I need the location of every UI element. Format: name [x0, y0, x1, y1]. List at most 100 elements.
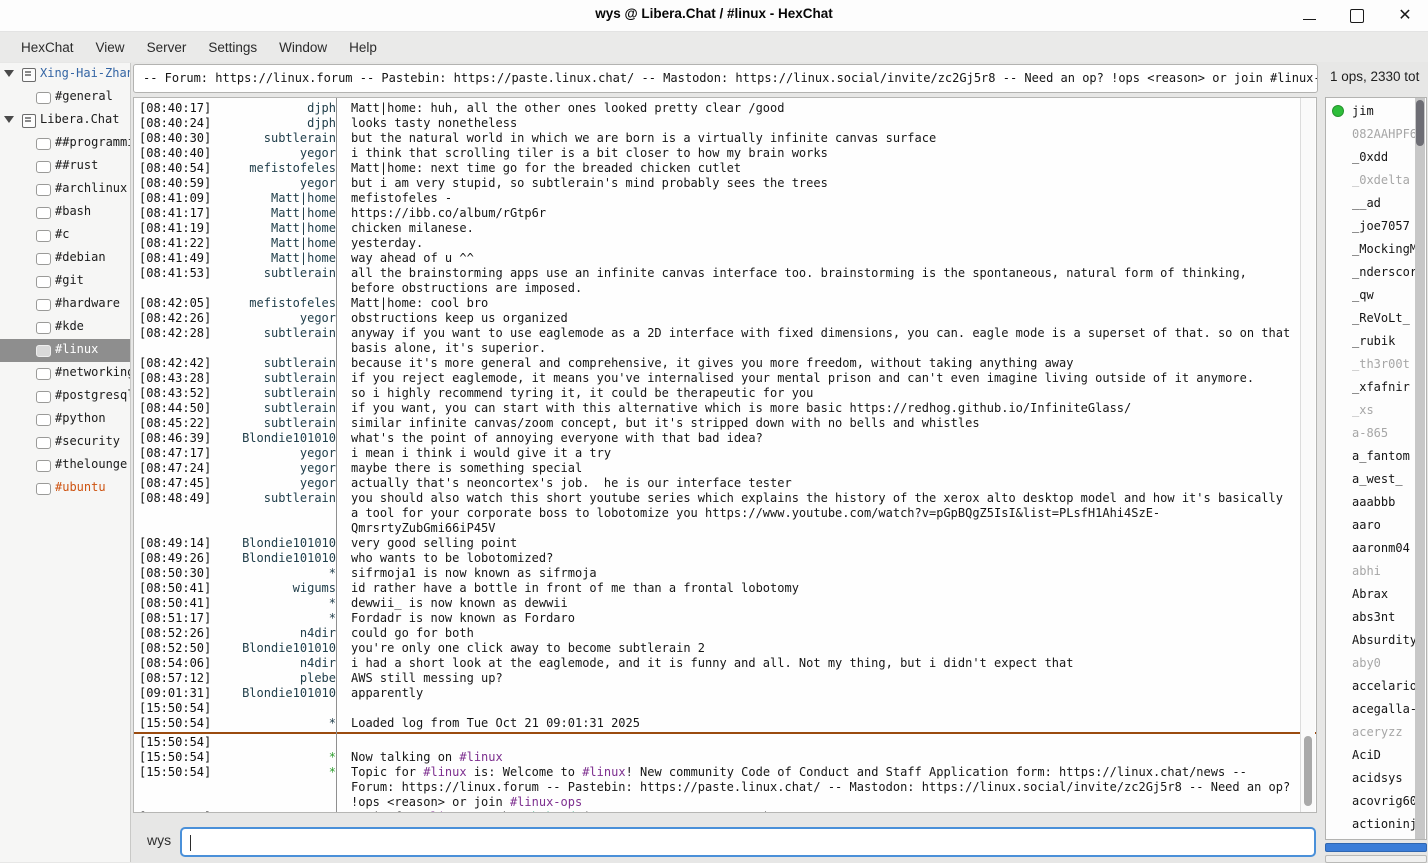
user-list-item[interactable]: _xfafnir — [1326, 376, 1426, 399]
sidebar-item-kde[interactable]: #kde — [0, 316, 130, 339]
sidebar-item-general[interactable]: #general — [0, 86, 130, 109]
timestamp: [08:51:17] — [134, 611, 215, 626]
nick-column: * — [215, 611, 344, 626]
user-list-item[interactable]: _0xdd — [1326, 146, 1426, 169]
server-icon — [22, 114, 36, 128]
nick-column: subtlerain — [215, 131, 344, 146]
user-list-item[interactable]: a-865 — [1326, 422, 1426, 445]
chat-line: [08:41:19]Matt|homechicken milanese. — [134, 221, 1316, 236]
user-list-item[interactable]: _rubik — [1326, 330, 1426, 353]
topic-bar[interactable]: -- Forum: https://linux.forum -- Pastebi… — [133, 64, 1318, 93]
user-list-item[interactable]: aaabbb — [1326, 491, 1426, 514]
user-list-item[interactable]: __ad — [1326, 192, 1426, 215]
sidebar-item-thelounge[interactable]: #thelounge — [0, 454, 130, 477]
message-text: https://ibb.co/album/rGtp6r — [344, 206, 1316, 221]
user-nick: _0xdelta — [1352, 173, 1410, 187]
nick-column: mefistofeles — [215, 296, 344, 311]
chat-line: [08:41:09]Matt|homemefistofeles - — [134, 191, 1316, 206]
sidebar-item-linux[interactable]: #linux — [0, 339, 130, 362]
userlist-scrollbar-thumb[interactable] — [1416, 100, 1424, 146]
sidebar-item-security[interactable]: #security — [0, 431, 130, 454]
user-list-item[interactable]: a_west_ — [1326, 468, 1426, 491]
user-nick: 082AAHPF6 — [1352, 127, 1417, 141]
sidebar-item-postgresql[interactable]: #postgresql — [0, 385, 130, 408]
expander-icon[interactable] — [4, 116, 14, 123]
nick-column: * — [215, 566, 344, 581]
menu-item-help[interactable]: Help — [338, 36, 388, 59]
sidebar-item-debian[interactable]: #debian — [0, 247, 130, 270]
user-list-item[interactable]: _nderscor — [1326, 261, 1426, 284]
menu-item-settings[interactable]: Settings — [197, 36, 268, 59]
user-list-item[interactable]: aaronm04 — [1326, 537, 1426, 560]
chat-scrollbar-thumb[interactable] — [1304, 736, 1312, 806]
user-list-item[interactable]: _joe7057 — [1326, 215, 1426, 238]
menu-item-view[interactable]: View — [85, 36, 136, 59]
user-nick: abs3nt — [1352, 610, 1395, 624]
sidebar-item-bash[interactable]: #bash — [0, 201, 130, 224]
user-list-item[interactable]: _MockingM — [1326, 238, 1426, 261]
timestamp: [15:50:54] — [134, 810, 215, 813]
timestamp: [08:40:17] — [134, 101, 215, 116]
sidebar-item-rust[interactable]: ##rust — [0, 155, 130, 178]
server-tree-panel: Xing-Hai-Zhan#generalLibera.Chat##progra… — [0, 63, 131, 862]
message-text: you should also watch this short youtube… — [344, 491, 1316, 536]
user-nick: a_fantom — [1352, 449, 1410, 463]
user-list-item[interactable]: Absurdity — [1326, 629, 1426, 652]
tree-server-Libera.Chat[interactable]: Libera.Chat — [0, 109, 130, 132]
user-list-item[interactable]: aaro — [1326, 514, 1426, 537]
menu-item-window[interactable]: Window — [268, 36, 338, 59]
user-list-item[interactable]: 082AAHPF6 — [1326, 123, 1426, 146]
channel-link: #linux — [459, 750, 502, 764]
expander-icon[interactable] — [4, 70, 14, 77]
chat-line: [08:48:49]subtlerainyou should also watc… — [134, 491, 1316, 536]
sidebar-item-ubuntu[interactable]: #ubuntu — [0, 477, 130, 500]
user-list-item[interactable]: abs3nt — [1326, 606, 1426, 629]
sidebar-item-hardware[interactable]: #hardware — [0, 293, 130, 316]
user-list-item[interactable]: AciD — [1326, 744, 1426, 767]
message-text: all the brainstorming apps use an infini… — [344, 266, 1316, 296]
user-list-item[interactable]: acovrig60 — [1326, 790, 1426, 813]
maximize-button[interactable] — [1346, 5, 1368, 27]
user-list-item[interactable]: aceryzz — [1326, 721, 1426, 744]
userlist-scrollbar[interactable] — [1415, 98, 1425, 839]
menu-item-hexchat[interactable]: HexChat — [10, 36, 85, 59]
tree-item-label: #networking — [55, 365, 131, 379]
user-list-item[interactable]: acegalla- — [1326, 698, 1426, 721]
close-button[interactable]: ✕ — [1394, 5, 1416, 27]
chat-line: [08:50:41]*dewwii_ is now known as dewwi… — [134, 596, 1316, 611]
sidebar-item-python[interactable]: #python — [0, 408, 130, 431]
message-text: yesterday. — [344, 236, 1316, 251]
chat-line: [08:42:28]subtlerainanyway if you want t… — [134, 326, 1316, 356]
chat-line: [08:40:40]yegori think that scrolling ti… — [134, 146, 1316, 161]
user-list-item[interactable]: abhi — [1326, 560, 1426, 583]
user-list-item[interactable]: _qw — [1326, 284, 1426, 307]
user-list-item[interactable]: _th3r00t — [1326, 353, 1426, 376]
sidebar-item-git[interactable]: #git — [0, 270, 130, 293]
user-list-item[interactable]: Abrax — [1326, 583, 1426, 606]
user-list-item[interactable]: _ReVoLt_ — [1326, 307, 1426, 330]
chat-scrollbar[interactable] — [1300, 98, 1315, 812]
nick-column: djph — [215, 101, 344, 116]
user-list-item[interactable]: aby0 — [1326, 652, 1426, 675]
message-text: similar infinite canvas/zoom concept, bu… — [344, 416, 1316, 431]
tree-server-Xing-Hai-Zhan[interactable]: Xing-Hai-Zhan — [0, 63, 130, 86]
user-list-item[interactable]: actioninj — [1326, 813, 1426, 836]
user-list-item[interactable]: _0xdelta — [1326, 169, 1426, 192]
sidebar-item-programming[interactable]: ##programming — [0, 132, 130, 155]
user-list-item[interactable]: _xs — [1326, 399, 1426, 422]
menu-item-server[interactable]: Server — [136, 36, 198, 59]
message-text: Topic for #linux is: Welcome to #linux! … — [344, 765, 1316, 810]
nick-column: Matt|home — [215, 236, 344, 251]
user-list-item[interactable]: jim — [1326, 100, 1426, 123]
user-list-item[interactable]: accelario — [1326, 675, 1426, 698]
message-input[interactable] — [180, 827, 1316, 857]
nick-column: Blondie101010 — [215, 686, 344, 701]
minimize-button[interactable] — [1298, 5, 1320, 27]
sidebar-item-archlinux[interactable]: #archlinux — [0, 178, 130, 201]
sidebar-item-networking[interactable]: #networking — [0, 362, 130, 385]
op-status-icon — [1332, 105, 1344, 117]
sidebar-item-c[interactable]: #c — [0, 224, 130, 247]
user-list-item[interactable]: acidsys — [1326, 767, 1426, 790]
nick-button[interactable]: wys — [147, 832, 171, 848]
user-list-item[interactable]: a_fantom — [1326, 445, 1426, 468]
